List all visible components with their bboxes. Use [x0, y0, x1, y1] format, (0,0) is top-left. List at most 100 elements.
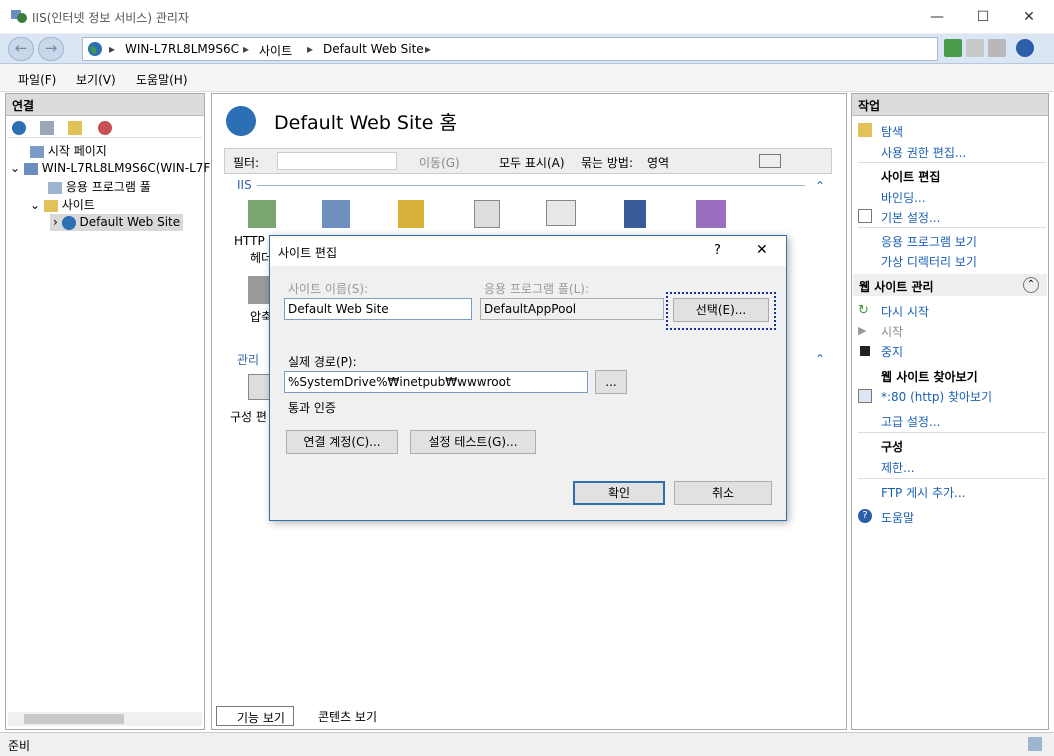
- globe-icon: [88, 42, 102, 56]
- actions-panel: 작업 탐색 사용 권한 편집... 사이트 편집 바인딩... 기본 설정...…: [851, 93, 1049, 730]
- close-button[interactable]: ✕: [1006, 0, 1052, 34]
- app-pool-field: DefaultAppPool: [480, 298, 664, 320]
- http-headers-icon[interactable]: [248, 200, 276, 228]
- menu-view[interactable]: 보기(V): [76, 71, 116, 88]
- tab-content-view[interactable]: 콘텐츠 보기: [298, 708, 381, 725]
- restart-icon: ↻: [858, 303, 869, 318]
- maximize-button[interactable]: ☐: [960, 0, 1006, 34]
- breadcrumb-sites[interactable]: 사이트: [259, 42, 292, 59]
- breadcrumb-server[interactable]: WIN-L7RL8LM9S6C: [125, 42, 239, 56]
- dialog-title-bar: 사이트 편집 ? ✕: [270, 236, 786, 266]
- action-explore[interactable]: 탐색: [881, 123, 903, 140]
- group-by-select[interactable]: 영역: [645, 152, 755, 170]
- app-pool-icon: [48, 181, 62, 194]
- refresh-icon[interactable]: [944, 39, 962, 57]
- help-icon[interactable]: [1016, 39, 1034, 57]
- start-page-icon: [30, 145, 44, 158]
- action-limits[interactable]: 제한...: [881, 459, 915, 476]
- breadcrumb-site[interactable]: Default Web Site: [323, 42, 424, 56]
- section-browse-site: 웹 사이트 찾아보기: [881, 370, 978, 384]
- action-basic-settings[interactable]: 기본 설정...: [881, 209, 940, 226]
- tree-app-pools-label: 응용 프로그램 풀: [65, 180, 151, 194]
- physical-path-field[interactable]: %SystemDrive%₩inetpub₩wwwroot: [284, 371, 588, 393]
- action-start[interactable]: 시작: [881, 323, 903, 340]
- sites-folder-icon: [43, 199, 58, 212]
- chevron-down-icon[interactable]: ⌄: [10, 161, 20, 175]
- stop-icon[interactable]: [966, 39, 984, 57]
- redirect-icon[interactable]: [696, 200, 726, 228]
- action-advanced-settings[interactable]: 고급 설정...: [881, 413, 940, 430]
- group-by-value: 영역: [647, 156, 670, 170]
- section-separator: [257, 185, 805, 186]
- home-icon[interactable]: [988, 39, 1006, 57]
- manage-site-header: 웹 사이트 관리 ⌃: [853, 274, 1047, 296]
- collapse-icon[interactable]: ⌃: [815, 352, 825, 366]
- action-bindings[interactable]: 바인딩...: [881, 189, 926, 206]
- back-button[interactable]: ←: [8, 37, 34, 61]
- action-restart[interactable]: 다시 시작: [881, 303, 929, 320]
- go-button[interactable]: 이동(G): [419, 154, 460, 171]
- action-stop[interactable]: 중지: [881, 343, 903, 360]
- browse-icon: [858, 389, 872, 403]
- show-all-button[interactable]: 모두 표시(A): [499, 154, 565, 171]
- document-check-icon[interactable]: [474, 200, 500, 228]
- mime-icon[interactable]: [322, 200, 350, 228]
- collapse-icon[interactable]: ⌃: [1023, 277, 1039, 293]
- action-browse-80[interactable]: *:80 (http) 찾아보기: [881, 388, 992, 405]
- address-breadcrumb[interactable]: ▸ WIN-L7RL8LM9S6C ▸ 사이트 ▸ Default Web Si…: [82, 37, 938, 61]
- stop-icon: [860, 346, 870, 356]
- horizontal-scrollbar[interactable]: [8, 712, 202, 726]
- minimize-button[interactable]: —: [914, 0, 960, 34]
- action-view-virtual-dirs[interactable]: 가상 디렉터리 보기: [881, 253, 977, 270]
- dialog-title: 사이트 편집: [278, 246, 338, 260]
- http-label: HTTP: [234, 234, 265, 248]
- action-edit-permissions[interactable]: 사용 권한 편집...: [881, 144, 966, 161]
- status-bar: 준비: [0, 732, 1054, 756]
- tree-start-page[interactable]: 시작 페이지: [30, 142, 107, 159]
- actions-header: 작업: [852, 94, 1048, 116]
- forward-button[interactable]: →: [38, 37, 64, 61]
- cancel-button[interactable]: 취소: [674, 481, 772, 505]
- chevron-down-icon[interactable]: ⌄: [30, 198, 40, 212]
- folder-icon[interactable]: [68, 121, 82, 135]
- tree-server[interactable]: ⌄ WIN-L7RL8LM9S6C(WIN-L7F: [10, 161, 210, 175]
- test-settings-button[interactable]: 설정 테스트(G)...: [410, 430, 536, 454]
- chevron-right-icon[interactable]: ›: [53, 215, 58, 229]
- tree-sites[interactable]: ⌄ 사이트: [30, 196, 95, 213]
- title-bar: IIS(인터넷 정보 서비스) 관리자 — ☐ ✕: [0, 0, 1054, 34]
- iis-app-icon: [11, 10, 27, 23]
- action-help[interactable]: 도움말: [881, 509, 914, 526]
- filter-input[interactable]: [277, 152, 397, 170]
- tree-app-pools[interactable]: 응용 프로그램 풀: [48, 178, 151, 195]
- logging-icon[interactable]: [546, 200, 576, 226]
- ok-button[interactable]: 확인: [573, 481, 665, 505]
- action-add-ftp[interactable]: FTP 게시 추가...: [881, 484, 966, 501]
- dialog-help-button[interactable]: ?: [714, 243, 721, 258]
- tree-default-web-site[interactable]: › Default Web Site: [50, 214, 184, 231]
- separator: [858, 432, 1046, 433]
- tab-features-view[interactable]: 기능 보기: [216, 706, 294, 726]
- network-status-icon: [1028, 737, 1042, 751]
- connect-as-button[interactable]: 연결 계정(C)...: [286, 430, 398, 454]
- scrollbar-thumb[interactable]: [24, 714, 124, 724]
- select-app-pool-button[interactable]: 선택(E)...: [673, 298, 769, 322]
- settings-icon: [858, 209, 872, 223]
- edit-site-dialog: 사이트 편집 ? ✕ 사이트 이름(S): Default Web Site 응…: [269, 235, 787, 521]
- book-icon[interactable]: [624, 200, 646, 228]
- view-icon[interactable]: [759, 154, 781, 168]
- browse-path-button[interactable]: ...: [595, 370, 627, 394]
- save-icon[interactable]: [40, 121, 54, 135]
- breadcrumb-sep: ▸: [307, 42, 314, 56]
- section-manage-site: 웹 사이트 관리: [859, 280, 934, 294]
- help-icon: ?: [858, 509, 872, 523]
- collapse-icon[interactable]: ⌃: [815, 179, 825, 193]
- site-name-field[interactable]: Default Web Site: [284, 298, 472, 320]
- menu-help[interactable]: 도움말(H): [136, 71, 188, 88]
- dialog-close-button[interactable]: ✕: [756, 242, 768, 258]
- lock-icon[interactable]: [398, 200, 424, 228]
- connect-icon[interactable]: [12, 121, 26, 135]
- action-view-applications[interactable]: 응용 프로그램 보기: [881, 233, 977, 250]
- play-icon: ▶: [858, 324, 867, 337]
- disconnect-icon[interactable]: [98, 121, 112, 135]
- menu-file[interactable]: 파일(F): [18, 71, 56, 88]
